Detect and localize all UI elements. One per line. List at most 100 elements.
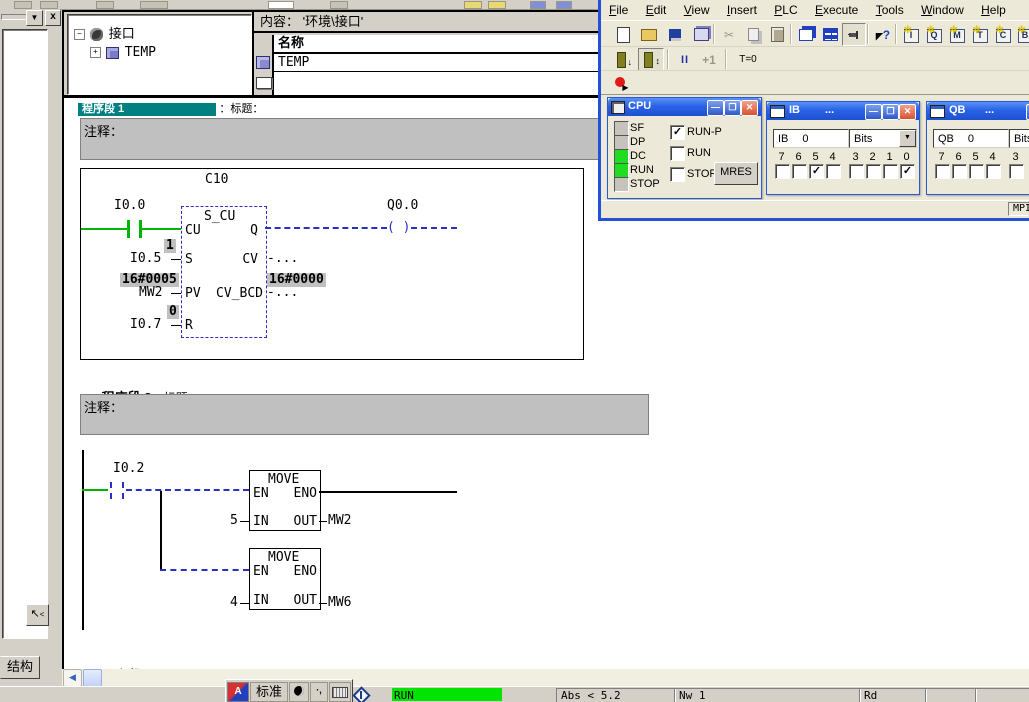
move1-out-operand[interactable]: MW2 xyxy=(328,514,351,528)
cpu-mres-button[interactable]: MRES xyxy=(714,162,758,185)
network1-comment[interactable]: 注释： xyxy=(80,118,604,160)
single-scan-button[interactable]: ↓ xyxy=(611,48,637,71)
pin-out[interactable]: OUT xyxy=(294,515,317,529)
element-list[interactable] xyxy=(2,29,48,639)
pin-r[interactable]: R xyxy=(185,319,193,333)
ib-minimize-button[interactable]: — xyxy=(865,104,882,120)
horizontal-scrollbar[interactable]: ◀ xyxy=(62,669,1029,686)
qb-address-field[interactable]: QB 0 xyxy=(933,129,1009,148)
declaration-tree[interactable]: − 接口 + TEMP xyxy=(67,14,252,95)
tree-expand-box[interactable]: + xyxy=(90,47,101,58)
move2-out-operand[interactable]: MW6 xyxy=(328,596,351,610)
s-operand[interactable]: I0.5 xyxy=(130,252,161,266)
plcsim-window[interactable]: File Edit View Insert PLC Execute Tools … xyxy=(598,0,1029,221)
layout-button[interactable] xyxy=(689,23,713,46)
pause-button[interactable]: II xyxy=(673,48,697,71)
ime-mode-button[interactable]: 标准 xyxy=(250,682,288,702)
insert-generic-variable-button[interactable]: ✲ B xyxy=(1013,23,1029,46)
menu-view[interactable]: View xyxy=(684,3,710,17)
pin-cvbcd[interactable]: CV_BCD xyxy=(216,287,263,301)
pin-eno[interactable]: ENO xyxy=(294,487,317,501)
ime-keyboard-button[interactable] xyxy=(329,682,351,702)
menu-insert[interactable]: Insert xyxy=(727,3,757,17)
qb-bit4-checkbox[interactable] xyxy=(986,164,1001,179)
row-name-cell[interactable]: TEMP xyxy=(278,55,309,70)
pin-cv[interactable]: CV xyxy=(242,253,258,267)
tree-collapse-box[interactable]: − xyxy=(74,29,85,40)
menu-tools[interactable]: Tools xyxy=(876,3,904,17)
coil-operand[interactable]: Q0.0 xyxy=(387,199,418,213)
contact-operand[interactable]: I0.2 xyxy=(113,462,144,476)
qb-window[interactable]: QB ... — QB 0 Bits 7 6 5 4 3 xyxy=(926,101,1029,195)
menu-plc[interactable]: PLC xyxy=(774,3,797,17)
reset-timers-button[interactable]: T=0 xyxy=(731,48,765,71)
network1-title[interactable]: 程序段 1 ：标题： xyxy=(78,100,263,114)
output-coil[interactable]: ( ) xyxy=(387,221,410,235)
cpu-close-button[interactable]: ✕ xyxy=(741,100,758,116)
paste-button[interactable] xyxy=(765,23,789,46)
ib-bit5-checkbox[interactable] xyxy=(809,164,824,179)
move2-block[interactable]: MOVE EN ENO IN OUT xyxy=(249,548,321,610)
combo-dropdown-button[interactable]: ▼ xyxy=(26,10,43,26)
cpu-runp-checkbox[interactable] xyxy=(670,125,685,140)
ib-address-field[interactable]: IB 0 xyxy=(773,129,849,148)
ib-maximize-button[interactable]: ❐ xyxy=(882,104,899,120)
cpu-window[interactable]: CPU — ❐ ✕ SF DP DC RUN STOP RUN-P xyxy=(607,97,762,199)
pin-q[interactable]: Q xyxy=(250,224,258,238)
structure-tab[interactable]: 结构 xyxy=(0,656,40,679)
network1-rung[interactable]: C10 I0.0 S_CU CU Q S CV PV CV_BCD R 1 I0… xyxy=(80,168,584,360)
ib-bit6-checkbox[interactable] xyxy=(792,164,807,179)
cv-output[interactable]: -... xyxy=(267,252,298,266)
new-button[interactable] xyxy=(611,23,635,46)
cpu-titlebar[interactable]: CPU — ❐ ✕ xyxy=(608,98,761,116)
scroll-left-button[interactable]: ◀ xyxy=(63,669,82,687)
network2-comment[interactable]: 注释： xyxy=(80,394,649,435)
menu-edit[interactable]: Edit xyxy=(646,3,667,17)
r-operand[interactable]: I0.7 xyxy=(130,318,161,332)
context-help-button[interactable]: ◤? xyxy=(871,23,895,46)
ib-format-dropdown[interactable]: Bits ▼ xyxy=(849,129,917,148)
move1-in-value[interactable]: 5 xyxy=(230,514,238,528)
pin-eno[interactable]: ENO xyxy=(294,565,317,579)
move2-in-value[interactable]: 4 xyxy=(230,596,238,610)
continuous-scan-button[interactable]: ↕ xyxy=(638,48,664,71)
ib-window[interactable]: IB ... — ❐ ✕ IB 0 Bits ▼ 7 6 5 4 3 xyxy=(766,101,920,195)
ib-bit3-checkbox[interactable] xyxy=(849,164,864,179)
menu-help[interactable]: Help xyxy=(981,3,1006,17)
pin-in[interactable]: IN xyxy=(253,594,269,608)
ib-bit7-checkbox[interactable] xyxy=(775,164,790,179)
tree-root-label[interactable]: 接口 xyxy=(109,26,135,41)
qb-bit7-checkbox[interactable] xyxy=(935,164,950,179)
menu-file[interactable]: File xyxy=(609,3,628,17)
pin-in[interactable]: IN xyxy=(253,515,269,529)
tree-child-label[interactable]: TEMP xyxy=(125,45,156,60)
contact-operand[interactable]: I0.0 xyxy=(114,199,145,213)
insert-input-variable-button[interactable]: ✲ I xyxy=(899,23,923,46)
insert-output-variable-button[interactable]: ✲ Q xyxy=(922,23,946,46)
pin-out[interactable]: OUT xyxy=(294,594,317,608)
ib-bit1-checkbox[interactable] xyxy=(883,164,898,179)
counter-address[interactable]: C10 xyxy=(205,173,228,187)
pin-pv[interactable]: PV xyxy=(185,287,201,301)
qb-titlebar[interactable]: QB ... — xyxy=(927,102,1029,120)
cpu-stop-checkbox[interactable] xyxy=(670,167,685,182)
insert-counter-variable-button[interactable]: ✲ C xyxy=(991,23,1015,46)
ib-bit0-checkbox[interactable] xyxy=(900,164,915,179)
network2-rung[interactable]: I0.2 MOVE EN ENO IN OUT 5 MW2 MOV xyxy=(64,433,1024,643)
record-playback-button[interactable]: ▶ xyxy=(609,72,633,95)
ib-titlebar[interactable]: IB ... — ❐ ✕ xyxy=(767,102,919,120)
ime-toolbar[interactable]: A 标准 ·, xyxy=(225,679,353,702)
qb-bit5-checkbox[interactable] xyxy=(969,164,984,179)
insert-timer-variable-button[interactable]: ✲ T xyxy=(968,23,992,46)
cpu-run-checkbox[interactable] xyxy=(670,146,685,161)
ib-bit4-checkbox[interactable] xyxy=(826,164,841,179)
cut-button[interactable]: ✂ xyxy=(717,23,741,46)
pin-cu[interactable]: CU xyxy=(185,224,201,238)
pv-operand[interactable]: MW2 xyxy=(139,286,162,300)
qb-format-dropdown[interactable]: Bits xyxy=(1009,129,1029,148)
pin-s[interactable]: S xyxy=(185,253,193,267)
ime-punctuation-button[interactable]: ·, xyxy=(310,682,328,702)
insert-memory-variable-button[interactable]: ✲ M xyxy=(945,23,969,46)
network3-title[interactable]: 程序段 3：标题： xyxy=(80,650,200,669)
cvbcd-output[interactable]: -... xyxy=(267,286,298,300)
